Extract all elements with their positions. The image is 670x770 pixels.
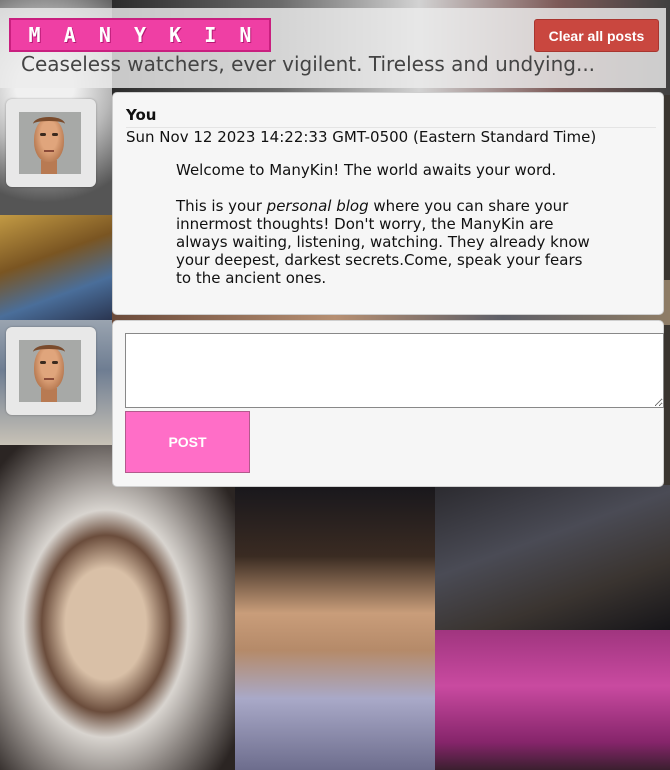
- post-emphasis: personal blog: [266, 197, 369, 215]
- background-photo: [435, 485, 670, 630]
- post-timestamp: Sun Nov 12 2023 14:22:33 GMT-0500 (Easte…: [126, 128, 597, 146]
- post-paragraph: Welcome to ManyKin! The world awaits you…: [176, 161, 557, 179]
- background-photo: [0, 445, 235, 770]
- post-author: You: [126, 106, 157, 124]
- post-paragraph: This is your personal blog where you can…: [176, 197, 596, 287]
- background-photo: [435, 630, 670, 770]
- background-photo: [235, 485, 435, 770]
- post-input[interactable]: [125, 333, 664, 408]
- post-button[interactable]: POST: [125, 411, 250, 473]
- compose-avatar: [6, 327, 96, 415]
- site-tagline: Ceaseless watchers, ever vigilent. Tirel…: [21, 52, 596, 76]
- site-header: M A N Y K I N Clear all posts Ceaseless …: [0, 8, 666, 88]
- blog-post: You Sun Nov 12 2023 14:22:33 GMT-0500 (E…: [112, 92, 664, 315]
- logo-letter: Y: [133, 23, 147, 47]
- post-body: Welcome to ManyKin! The world awaits you…: [176, 161, 596, 305]
- logo-letter: K: [169, 23, 182, 47]
- manykin-logo: M A N Y K I N: [9, 18, 271, 52]
- post-text: This is your: [176, 197, 267, 215]
- logo-letter: N: [98, 23, 111, 47]
- logo-letter: I: [204, 23, 217, 47]
- post-avatar: [6, 99, 96, 187]
- compose-post: POST: [112, 320, 664, 487]
- background-photo: [0, 215, 112, 320]
- mannequin-avatar-icon: [19, 340, 81, 402]
- logo-letter: M: [28, 23, 41, 47]
- mannequin-avatar-icon: [19, 112, 81, 174]
- logo-letter: A: [63, 23, 76, 47]
- logo-letter: N: [239, 23, 252, 47]
- clear-all-posts-button[interactable]: Clear all posts: [534, 19, 659, 52]
